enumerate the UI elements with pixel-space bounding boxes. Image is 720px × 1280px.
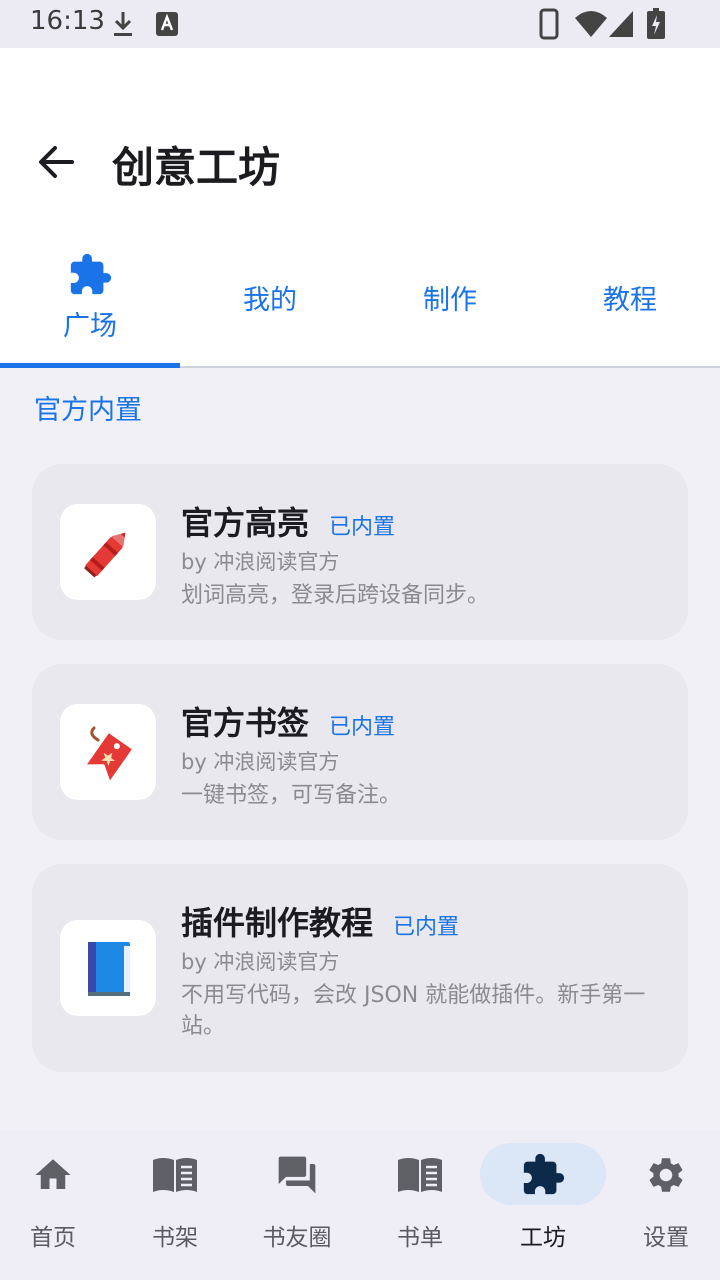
tab-tutorial-label: 教程 bbox=[603, 284, 657, 316]
tab-tutorial[interactable]: 教程 bbox=[540, 228, 720, 366]
nav-settings[interactable]: 设置 bbox=[606, 1130, 720, 1280]
gear-icon bbox=[649, 1158, 683, 1192]
tab-active-indicator bbox=[0, 363, 180, 368]
arrow-left-icon bbox=[39, 146, 74, 178]
book-open-icon bbox=[398, 1158, 442, 1192]
plugin-description: 不用写代码，会改 JSON 就能做插件。新手第一站。 bbox=[181, 983, 646, 1039]
plugin-title-row: 官方书签 已内置 bbox=[181, 698, 395, 744]
nav-booklist-label: 书单 bbox=[397, 1225, 443, 1251]
plugin-author: by 冲浪阅读官方 bbox=[181, 750, 340, 774]
plugin-title: 官方书签 bbox=[181, 704, 310, 742]
battery-charging-icon bbox=[647, 8, 665, 39]
wifi-icon bbox=[575, 11, 607, 37]
tab-plaza[interactable]: 广场 bbox=[0, 228, 180, 368]
builtin-badge: 已内置 bbox=[393, 915, 460, 940]
status-bar: 16:13 bbox=[0, 0, 720, 48]
nav-bookshelf-label: 书架 bbox=[152, 1225, 198, 1251]
book-open-icon bbox=[153, 1158, 197, 1192]
font-a-icon bbox=[156, 12, 178, 36]
crayon-icon bbox=[84, 532, 126, 578]
plugin-author: by 冲浪阅读官方 bbox=[181, 550, 340, 574]
tab-plaza-label: 广场 bbox=[63, 310, 117, 342]
plugin-author: by 冲浪阅读官方 bbox=[181, 950, 340, 974]
forum-icon bbox=[278, 1156, 316, 1194]
puzzle-icon bbox=[70, 253, 112, 294]
nav-booklist[interactable]: 书单 bbox=[360, 1130, 480, 1280]
nav-workshop-label: 工坊 bbox=[520, 1225, 566, 1251]
puzzle-icon bbox=[523, 1153, 565, 1195]
tab-mine-label: 我的 bbox=[243, 284, 297, 316]
tab-make[interactable]: 制作 bbox=[360, 228, 540, 366]
nav-bookshelf[interactable]: 书架 bbox=[115, 1130, 235, 1280]
builtin-badge: 已内置 bbox=[329, 715, 396, 740]
plugin-card-tutorial[interactable]: 插件制作教程 已内置 by 冲浪阅读官方 不用写代码，会改 JSON 就能做插件… bbox=[32, 864, 688, 1072]
plugin-title: 官方高亮 bbox=[181, 504, 310, 542]
nav-home-label: 首页 bbox=[30, 1225, 76, 1251]
plugin-icon-box bbox=[60, 504, 156, 600]
blue-book-icon bbox=[88, 942, 130, 996]
download-icon bbox=[114, 12, 132, 36]
home-icon bbox=[35, 1159, 71, 1189]
plugin-title: 插件制作教程 bbox=[181, 904, 374, 942]
nav-home[interactable]: 首页 bbox=[0, 1130, 113, 1280]
app-bar: 创意工坊 bbox=[0, 48, 720, 228]
signal-icon bbox=[609, 11, 633, 37]
plugin-description: 划词高亮，登录后跨设备同步。 bbox=[181, 583, 490, 608]
plugin-title-row: 插件制作教程 已内置 bbox=[181, 898, 459, 944]
plugin-icon-box bbox=[60, 920, 156, 1016]
builtin-badge: 已内置 bbox=[329, 515, 396, 540]
section-title: 官方内置 bbox=[34, 395, 142, 426]
plugin-title-row: 官方高亮 已内置 bbox=[181, 498, 395, 544]
nav-settings-label: 设置 bbox=[643, 1225, 689, 1251]
tab-bar: 广场 我的 制作 教程 bbox=[0, 228, 720, 368]
tab-make-label: 制作 bbox=[423, 284, 477, 316]
bookmark-tag-icon bbox=[87, 726, 132, 781]
plugin-card-highlight[interactable]: 官方高亮 已内置 by 冲浪阅读官方 划词高亮，登录后跨设备同步。 bbox=[32, 464, 688, 640]
plugin-card-bookmark[interactable]: 官方书签 已内置 by 冲浪阅读官方 一键书签，可写备注。 bbox=[32, 664, 688, 840]
plugin-description: 一键书签，可写备注。 bbox=[181, 783, 402, 808]
bottom-navigation: 首页 书架 书友圈 书单 工坊 设置 bbox=[0, 1130, 720, 1280]
status-time: 16:13 bbox=[30, 6, 105, 36]
nav-reader-circle[interactable]: 书友圈 bbox=[237, 1130, 357, 1280]
nav-reader-circle-label: 书友圈 bbox=[262, 1225, 332, 1251]
phone-icon bbox=[539, 8, 559, 40]
tab-mine[interactable]: 我的 bbox=[180, 228, 360, 366]
nav-workshop[interactable]: 工坊 bbox=[480, 1130, 606, 1280]
page-title: 创意工坊 bbox=[112, 143, 281, 192]
back-button[interactable] bbox=[30, 136, 82, 188]
plugin-icon-box bbox=[60, 704, 156, 800]
